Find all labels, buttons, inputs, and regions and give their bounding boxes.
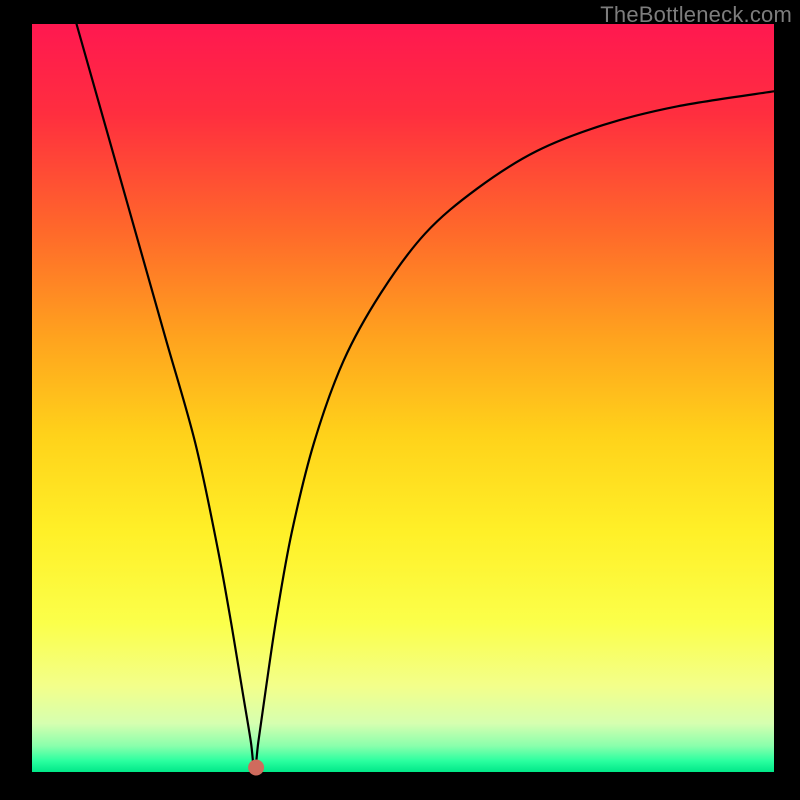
optimal-point-marker (248, 760, 264, 776)
watermark-text: TheBottleneck.com (600, 2, 792, 28)
plot-background (32, 24, 774, 772)
chart-frame: TheBottleneck.com (0, 0, 800, 800)
bottleneck-chart (0, 0, 800, 800)
